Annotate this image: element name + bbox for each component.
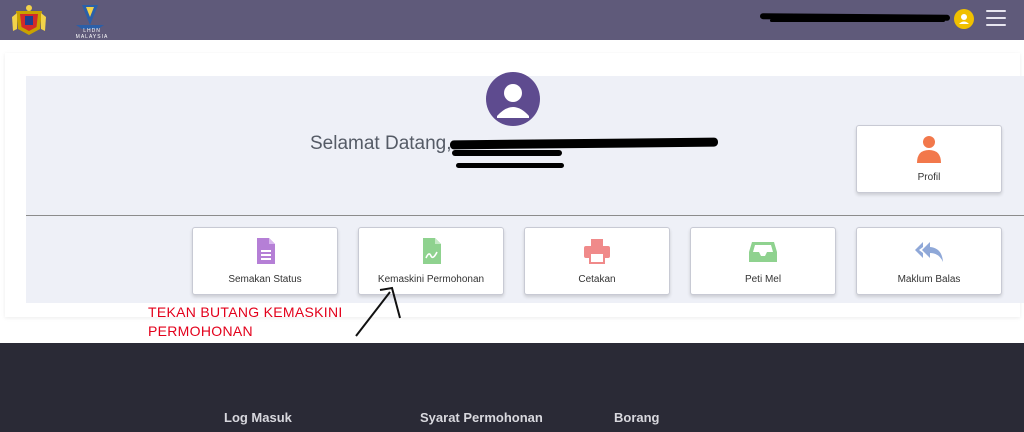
peti-mel-button[interactable]: Peti Mel [690,227,836,295]
document-icon [257,238,275,264]
user-avatar-icon-large [486,72,540,126]
redacted-name-line [452,150,562,156]
semakan-status-button[interactable]: Semakan Status [192,227,338,295]
cetakan-button[interactable]: Cetakan [524,227,670,295]
reply-all-icon [915,242,943,262]
footer-link-log-masuk[interactable]: Log Masuk [224,410,292,425]
hamburger-menu-icon[interactable] [986,10,1006,28]
redacted-username-mark [770,19,945,22]
user-avatar-icon[interactable] [954,9,974,29]
redacted-name-line [456,163,564,168]
instruction-annotation: TEKAN BUTANG KEMASKINI PERMOHONAN [148,303,343,341]
annotation-line-1: TEKAN BUTANG KEMASKINI [148,304,343,320]
footer-link-syarat-permohonan[interactable]: Syarat Permohonan [420,410,543,425]
welcome-text: Selamat Datang, [310,133,452,154]
annotation-line-2: PERMOHONAN [148,323,253,339]
maklum-balas-button[interactable]: Maklum Balas [856,227,1002,295]
lhdn-logo-text: LHDN MALAYSIA [75,28,109,40]
cetakan-label: Cetakan [578,274,616,285]
semakan-status-label: Semakan Status [228,274,302,285]
section-divider [26,215,1024,216]
profil-button[interactable]: Profil [856,125,1002,193]
printer-icon [584,239,610,264]
footer-link-borang[interactable]: Borang [614,410,660,425]
maklum-balas-label: Maklum Balas [897,274,961,285]
inbox-icon [749,242,777,262]
jata-negara-logo[interactable] [10,3,48,37]
peti-mel-label: Peti Mel [744,274,782,285]
profil-label: Profil [917,172,941,183]
edit-document-icon [423,238,441,264]
person-icon [917,136,941,163]
annotation-arrow-icon [355,286,401,337]
